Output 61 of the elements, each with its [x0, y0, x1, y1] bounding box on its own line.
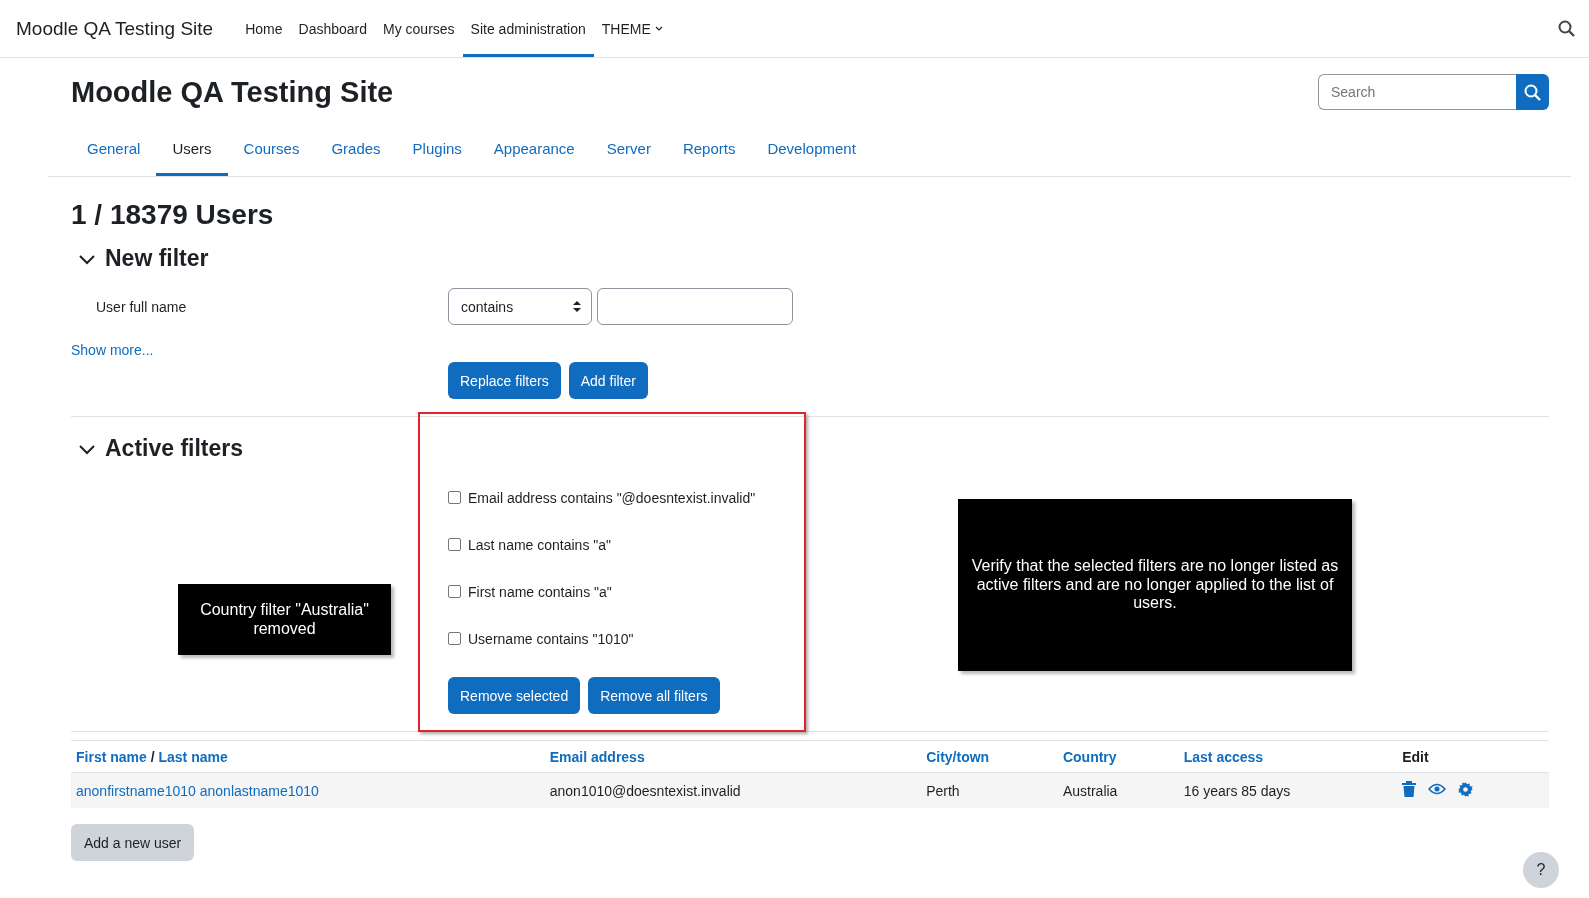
page-title: Moodle QA Testing Site: [71, 75, 394, 109]
checkbox[interactable]: [448, 491, 461, 504]
tab[interactable]: Users: [156, 128, 228, 176]
search-icon[interactable]: [1558, 20, 1575, 37]
trash-icon[interactable]: [1402, 781, 1417, 797]
tab[interactable]: Development: [751, 128, 872, 176]
table-cell: 16 years 85 days: [1183, 782, 1291, 799]
tab[interactable]: Appearance: [477, 128, 591, 176]
table-cell: anon1010@doesntexist.invalid: [549, 782, 741, 799]
sort-arrows-icon: [573, 301, 581, 312]
nav-link[interactable]: Site administration: [462, 0, 594, 57]
tab[interactable]: General: [71, 128, 157, 176]
caret-icon: [654, 26, 663, 31]
checkbox[interactable]: [448, 632, 461, 645]
operator-select[interactable]: contains: [448, 288, 592, 325]
column-header-link[interactable]: Last access: [1183, 749, 1264, 765]
eye-icon[interactable]: [1428, 783, 1447, 795]
help-button[interactable]: ?: [1523, 852, 1559, 888]
remove-button[interactable]: Remove all filters: [588, 677, 720, 714]
site-name[interactable]: Moodle QA Testing Site: [16, 17, 214, 40]
tab[interactable]: Reports: [666, 128, 752, 176]
search-field[interactable]: Search: [1318, 74, 1516, 110]
field-label: User full name: [96, 298, 187, 315]
search-button[interactable]: [1516, 74, 1549, 110]
add-user-button[interactable]: Add a new user: [71, 824, 195, 861]
nav-link[interactable]: THEME: [593, 0, 671, 57]
column-header-link[interactable]: First name: [76, 749, 147, 765]
column-header-link[interactable]: Email address: [549, 749, 645, 765]
annotation-callout: Country filter "Australia" removed: [178, 584, 391, 655]
section-heading: Active filters: [105, 435, 244, 462]
gear-icon[interactable]: [1458, 781, 1474, 797]
input-field[interactable]: [597, 288, 793, 325]
checkbox[interactable]: [448, 538, 461, 551]
search-icon[interactable]: [1524, 83, 1541, 101]
column-header-link[interactable]: Country: [1062, 749, 1117, 765]
nav-link[interactable]: Home: [237, 0, 291, 57]
tab[interactable]: Plugins: [396, 128, 478, 176]
nav-link[interactable]: My courses: [375, 0, 463, 57]
tab[interactable]: Grades: [315, 128, 397, 176]
header-separator: /: [149, 749, 156, 765]
tab[interactable]: Server: [590, 128, 667, 176]
column-header-link[interactable]: City/town: [926, 749, 990, 765]
user-name-link[interactable]: anonfirstname1010 anonlastname1010: [76, 782, 319, 799]
filter-button[interactable]: Replace filters: [448, 362, 561, 399]
filter-label: Username contains "1010": [468, 630, 634, 647]
column-header-link[interactable]: Last name: [158, 749, 228, 765]
column-header: Edit: [1402, 749, 1429, 765]
filter-label: First name contains "a": [468, 583, 612, 600]
filter-button[interactable]: Add filter: [568, 362, 648, 399]
annotation-callout: Verify that the selected filters are no longer listed as active filters and are no longer applied to the list of users.: [958, 499, 1352, 671]
table-cell: Perth: [926, 782, 960, 799]
table-cell: Australia: [1062, 782, 1118, 799]
filter-label: Last name contains "a": [468, 536, 612, 553]
checkbox[interactable]: [448, 585, 461, 598]
tab[interactable]: Courses: [227, 128, 316, 176]
section-heading: New filter: [105, 245, 209, 272]
remove-button[interactable]: Remove selected: [448, 677, 581, 714]
show-more-link[interactable]: Show more...: [71, 342, 154, 358]
nav-link[interactable]: Dashboard: [290, 0, 375, 57]
page-heading: 1 / 18379 Users: [71, 199, 275, 231]
filter-label: Email address contains "@doesntexist.invalid": [468, 489, 756, 506]
